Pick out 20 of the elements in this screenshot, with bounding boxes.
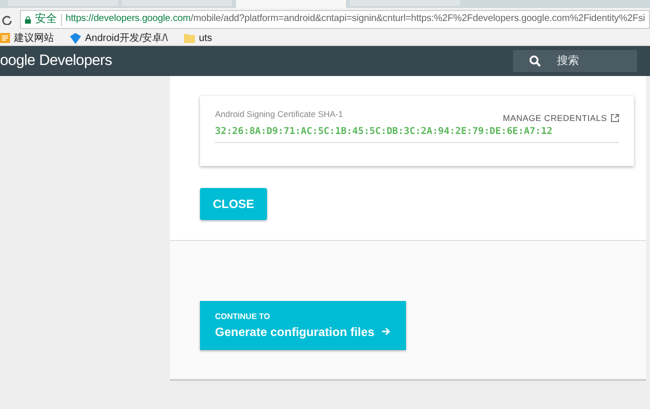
bookmark-link[interactable]: 建议网站 <box>14 30 54 46</box>
lock-icon <box>25 14 31 24</box>
browser-tab[interactable] <box>236 0 346 8</box>
external-link-icon <box>611 114 619 122</box>
search-field[interactable]: 搜索 <box>513 50 637 72</box>
field-label: Android Signing Certificate SHA-1 <box>215 108 344 121</box>
folder-icon <box>184 33 195 43</box>
search-placeholder: 搜索 <box>557 54 579 69</box>
bookmark-link[interactable]: Android开发/安卓/\ <box>85 30 168 46</box>
site-logo[interactable]: oogle Developers <box>0 50 112 72</box>
security-label: 安全 <box>34 12 57 28</box>
arrow-icon <box>382 326 391 337</box>
bookmark-icon <box>0 33 10 43</box>
manage-credentials-link[interactable]: MANAGE CREDENTIALS <box>502 112 607 125</box>
address-bar[interactable]: 安全 https://developers.google.com/mobile/add?platform=android&cntapi=signin&cnturl=https:%2F%2Fdevelopers.google.com%2Fidentity%2Fsi <box>20 10 650 29</box>
sha1-value: 32:26:8A:D9:71:AC:5C:1B:45:5C:DB:3C:2A:94:2E:79:DE:6E:A7:12 <box>215 124 619 143</box>
search-icon <box>529 55 541 67</box>
bookmark-link[interactable]: uts <box>198 30 212 46</box>
reload-icon[interactable] <box>2 14 12 24</box>
url-text: https://developers.google.com/mobile/add?platform=android&cntapi=signin&cnturl=https:%2F%2Fdevelopers.google.com%2Fidentity%2Fsi <box>66 12 645 26</box>
